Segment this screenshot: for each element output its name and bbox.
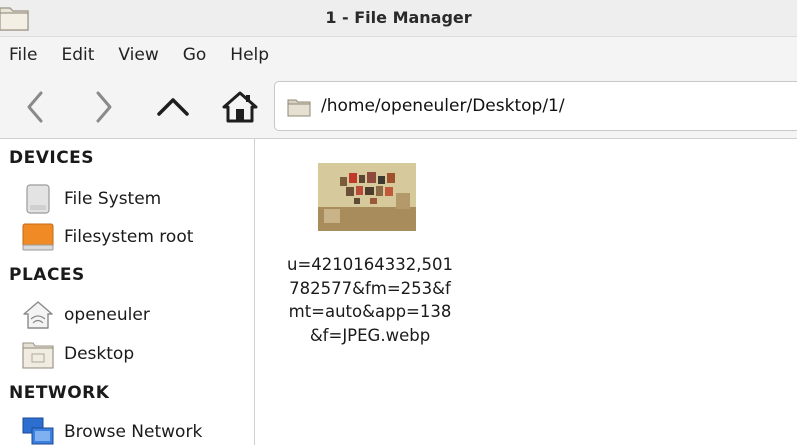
file-name-line: &f=JPEG.webp bbox=[309, 325, 431, 345]
sidebar-item-label: Browse Network bbox=[64, 422, 203, 442]
up-button[interactable] bbox=[153, 87, 193, 127]
sidebar-item-label: File System bbox=[64, 189, 162, 209]
desktop-folder-icon bbox=[22, 338, 54, 370]
file-name-line: mt=auto&app=138 bbox=[288, 302, 452, 321]
forward-icon bbox=[96, 91, 112, 123]
root-drive-icon bbox=[22, 221, 54, 253]
sidebar: DEVICES File System Filesystem root PLAC… bbox=[0, 139, 255, 445]
menu-edit[interactable]: Edit bbox=[61, 45, 94, 65]
sidebar-item-browse-network[interactable]: Browse Network bbox=[22, 415, 202, 445]
sidebar-item-file-system[interactable]: File System bbox=[22, 182, 161, 216]
image-thumbnail bbox=[318, 163, 416, 231]
menu-go[interactable]: Go bbox=[183, 45, 207, 65]
location-bar[interactable]: /home/openeuler/Desktop/1/ bbox=[274, 81, 797, 131]
home-folder-icon bbox=[22, 299, 54, 331]
menu-file[interactable]: File bbox=[9, 45, 37, 65]
sidebar-item-desktop[interactable]: Desktop bbox=[22, 337, 134, 371]
file-name: u=4210164332,501 782577&fm=253&f mt=auto… bbox=[270, 253, 470, 347]
network-icon bbox=[22, 416, 54, 445]
drive-icon bbox=[22, 183, 54, 215]
location-path[interactable]: /home/openeuler/Desktop/1/ bbox=[321, 82, 565, 130]
sidebar-item-label: Desktop bbox=[64, 344, 135, 364]
menu-view[interactable]: View bbox=[118, 45, 158, 65]
sidebar-item-filesystem-root[interactable]: Filesystem root bbox=[22, 220, 193, 254]
file-view: u=4210164332,501 782577&fm=253&f mt=auto… bbox=[256, 139, 797, 445]
file-name-line: 782577&fm=253&f bbox=[289, 278, 451, 298]
menu-bar: File Edit View Go Help bbox=[0, 37, 797, 73]
sidebar-item-label: openeuler bbox=[64, 305, 150, 325]
up-icon bbox=[157, 98, 189, 116]
file-name-line: u=4210164332,501 bbox=[287, 255, 453, 274]
section-network: NETWORK bbox=[9, 383, 110, 403]
back-icon bbox=[27, 91, 43, 123]
folder-icon bbox=[287, 99, 311, 117]
back-button[interactable] bbox=[16, 87, 56, 127]
sidebar-item-openeuler[interactable]: openeuler bbox=[22, 298, 150, 332]
section-devices: DEVICES bbox=[9, 148, 95, 168]
home-icon bbox=[222, 91, 258, 123]
home-button[interactable] bbox=[220, 87, 260, 127]
window-title: 1 - File Manager bbox=[325, 8, 472, 27]
section-places: PLACES bbox=[9, 265, 85, 285]
forward-button[interactable] bbox=[83, 87, 123, 127]
menu-help[interactable]: Help bbox=[230, 45, 269, 65]
sidebar-item-label: Filesystem root bbox=[64, 227, 194, 247]
title-bar: 1 - File Manager bbox=[0, 0, 797, 37]
